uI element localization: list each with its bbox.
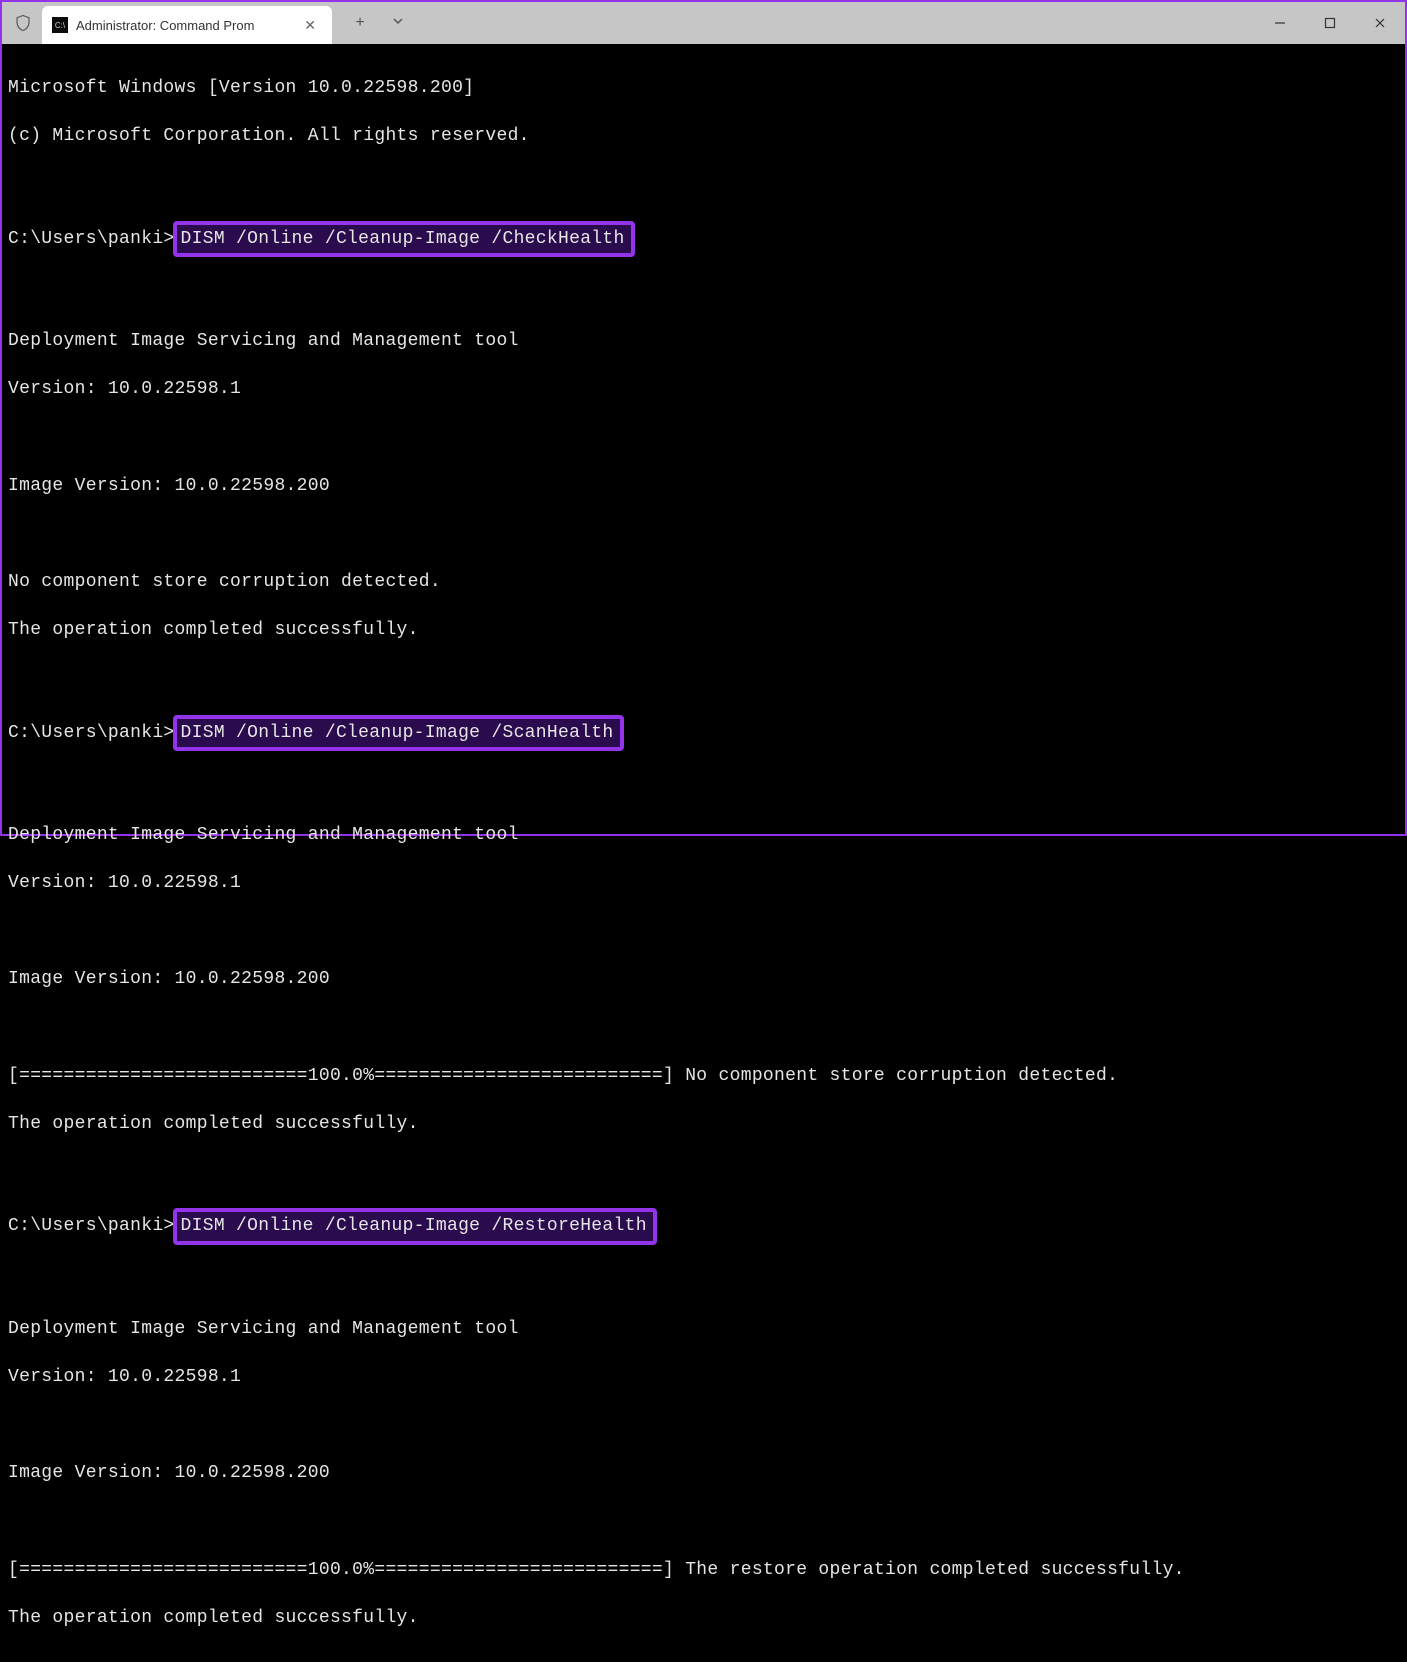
terminal-line: The operation completed successfully. — [8, 1112, 1399, 1136]
terminal-line: Deployment Image Servicing and Managemen… — [8, 823, 1399, 847]
command-line: C:\Users\panki> DISM /Online /Cleanup-Ima… — [8, 1208, 1399, 1244]
window-controls — [1255, 2, 1405, 44]
tab-title: Administrator: Command Prom — [76, 18, 298, 33]
terminal-line — [8, 1269, 1399, 1293]
tab-dropdown-button[interactable] — [388, 14, 408, 32]
terminal-line — [8, 919, 1399, 943]
terminal-line: The operation completed successfully. — [8, 618, 1399, 642]
terminal-line — [8, 775, 1399, 799]
terminal-line: (c) Microsoft Corporation. All rights re… — [8, 124, 1399, 148]
terminal-line — [8, 1413, 1399, 1437]
terminal-line — [8, 425, 1399, 449]
tab-close-button[interactable]: ✕ — [298, 15, 322, 36]
command-text: DISM /Online /Cleanup-Image /RestoreHeal… — [181, 1216, 647, 1236]
command-text: DISM /Online /Cleanup-Image /CheckHealth — [181, 229, 625, 249]
terminal-line: Image Version: 10.0.22598.200 — [8, 967, 1399, 991]
terminal-line — [8, 522, 1399, 546]
minimize-button[interactable] — [1255, 2, 1305, 44]
highlighted-command: DISM /Online /Cleanup-Image /CheckHealth — [173, 221, 635, 257]
terminal-line: No component store corruption detected. — [8, 570, 1399, 594]
terminal-line — [8, 172, 1399, 196]
maximize-button[interactable] — [1305, 2, 1355, 44]
terminal-line: Version: 10.0.22598.1 — [8, 871, 1399, 895]
terminal-line — [8, 1510, 1399, 1534]
prompt-prefix: C:\Users\panki> — [8, 227, 175, 251]
terminal-line: The operation completed successfully. — [8, 1606, 1399, 1630]
prompt-prefix: C:\Users\panki> — [8, 721, 175, 745]
terminal-line — [8, 1160, 1399, 1184]
terminal-line: Deployment Image Servicing and Managemen… — [8, 329, 1399, 353]
terminal-line: Microsoft Windows [Version 10.0.22598.20… — [8, 76, 1399, 100]
terminal-line — [8, 666, 1399, 690]
command-line: C:\Users\panki> DISM /Online /Cleanup-Ima… — [8, 715, 1399, 751]
close-button[interactable] — [1355, 2, 1405, 44]
terminal-line: Image Version: 10.0.22598.200 — [8, 1461, 1399, 1485]
highlighted-command: DISM /Online /Cleanup-Image /ScanHealth — [173, 715, 624, 751]
shield-icon — [14, 14, 32, 32]
prompt-prefix: C:\Users\panki> — [8, 1214, 175, 1238]
terminal-output[interactable]: Microsoft Windows [Version 10.0.22598.20… — [2, 44, 1405, 1662]
tab-cmd[interactable]: C:\ Administrator: Command Prom ✕ — [42, 6, 332, 44]
cmd-icon: C:\ — [52, 17, 68, 33]
terminal-line: Version: 10.0.22598.1 — [8, 377, 1399, 401]
terminal-line: Image Version: 10.0.22598.200 — [8, 474, 1399, 498]
command-line: C:\Users\panki> DISM /Online /Cleanup-Ima… — [8, 221, 1399, 257]
title-bar: C:\ Administrator: Command Prom ✕ + — [2, 2, 1405, 44]
terminal-line — [8, 1016, 1399, 1040]
terminal-line: [==========================100.0%=======… — [8, 1064, 1399, 1088]
terminal-line: [==========================100.0%=======… — [8, 1558, 1399, 1582]
highlighted-command: DISM /Online /Cleanup-Image /RestoreHeal… — [173, 1208, 657, 1244]
tab-actions: + — [350, 14, 408, 32]
terminal-line: Version: 10.0.22598.1 — [8, 1365, 1399, 1389]
new-tab-button[interactable]: + — [350, 14, 370, 32]
terminal-line: Deployment Image Servicing and Managemen… — [8, 1317, 1399, 1341]
terminal-line — [8, 281, 1399, 305]
command-text: DISM /Online /Cleanup-Image /ScanHealth — [181, 723, 614, 743]
